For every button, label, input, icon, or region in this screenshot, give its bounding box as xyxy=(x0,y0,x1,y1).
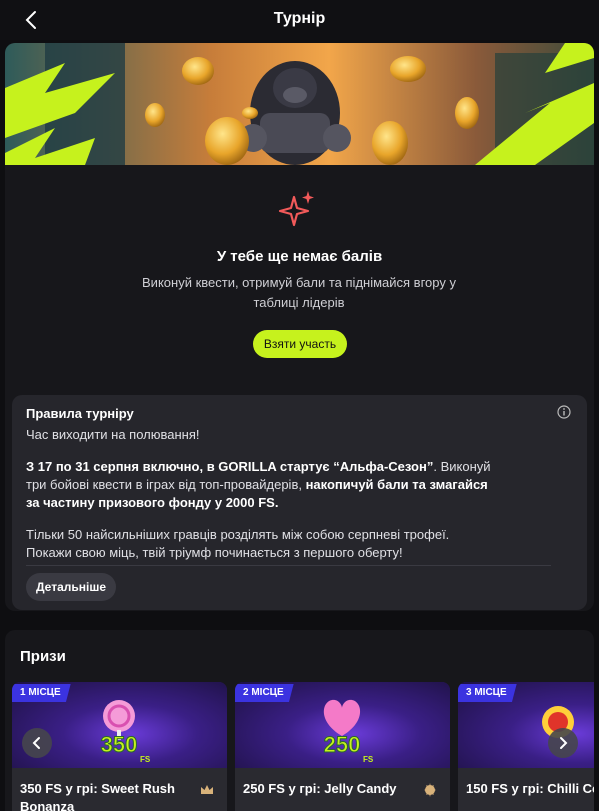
rules-paragraph-1-line-1: З 17 по 31 серпня включно, в GORILLA ста… xyxy=(26,458,491,476)
rules-card: Правила турніру Час виходити на полюванн… xyxy=(12,395,587,610)
prize-unit: FS xyxy=(363,755,374,764)
place-badge: 1 МІСЦЕ xyxy=(12,684,71,702)
tournament-banner xyxy=(5,43,594,165)
prize-amount: 350 xyxy=(101,732,138,757)
prize-footer: 350 FS у грі: Sweet Rush Bonanza xyxy=(12,768,227,811)
prize-unit: FS xyxy=(140,755,151,764)
divider xyxy=(26,565,551,566)
info-icon[interactable] xyxy=(557,405,571,419)
prize-footer: 150 FS у грі: Chilli Cc xyxy=(458,768,594,811)
carousel-next-button[interactable] xyxy=(548,728,578,758)
chevron-left-icon xyxy=(32,737,40,749)
page-title: Турнір xyxy=(273,10,326,27)
prizes-title: Призи xyxy=(20,648,66,665)
carousel-prev-button[interactable] xyxy=(22,728,52,758)
rules-title: Правила турніру xyxy=(26,406,134,421)
empty-state-text: Виконуй квести, отримуй бали та піднімай… xyxy=(142,275,456,310)
crown-icon xyxy=(201,785,213,794)
prizes-section: Призи 350 FS 1 МІСЦЕ 350 FS у грі: Sweet… xyxy=(5,630,594,811)
sparkle-icon xyxy=(278,191,314,227)
prize-amount: 250 xyxy=(324,732,361,757)
prize-name: 150 FS у грі: Chilli Cc xyxy=(466,781,594,796)
rules-highlight: за частину призового фонду у 2000 FS. xyxy=(26,495,279,510)
medal-icon xyxy=(424,783,436,797)
top-bar: Турнір xyxy=(0,0,599,40)
rules-intro: Час виходити на полювання! xyxy=(26,427,200,442)
rules-paragraph-1-line-3: за частину призового фонду у 2000 FS. xyxy=(26,494,278,512)
rules-dates: З 17 по 31 серпня включно, в GORILLA ста… xyxy=(26,459,434,474)
rules-paragraph-1-line-2: три бойові квести в іграх від топ-провай… xyxy=(26,476,488,494)
place-badge: 2 МІСЦЕ xyxy=(235,684,294,702)
join-button[interactable]: Взяти участь xyxy=(253,330,347,358)
place-badge: 3 МІСЦЕ xyxy=(458,684,517,702)
rules-text: три бойові квести в іграх від топ-провай… xyxy=(26,477,306,492)
empty-state-title: У тебе ще немає балів xyxy=(216,248,383,265)
rules-paragraph-2-line-1: Тільки 50 найсильніших гравців розділять… xyxy=(26,527,450,542)
chevron-right-icon xyxy=(560,737,568,749)
rules-highlight: накопичуй бали та змагайся xyxy=(305,477,488,492)
details-button[interactable]: Детальніше xyxy=(26,573,116,601)
prize-card-2[interactable]: 250 FS 2 МІСЦЕ 250 FS у грі: Jelly Candy xyxy=(235,682,450,811)
rules-paragraph-2-line-2: Покажи свою міць, твій тріумф починаєтьс… xyxy=(26,545,403,560)
prize-name: 350 FS у грі: Sweet Rush Bonanza xyxy=(20,781,175,811)
rules-text: . Виконуй xyxy=(433,459,491,474)
prize-name: 250 FS у грі: Jelly Candy xyxy=(243,781,397,796)
prize-footer: 250 FS у грі: Jelly Candy xyxy=(235,768,450,811)
